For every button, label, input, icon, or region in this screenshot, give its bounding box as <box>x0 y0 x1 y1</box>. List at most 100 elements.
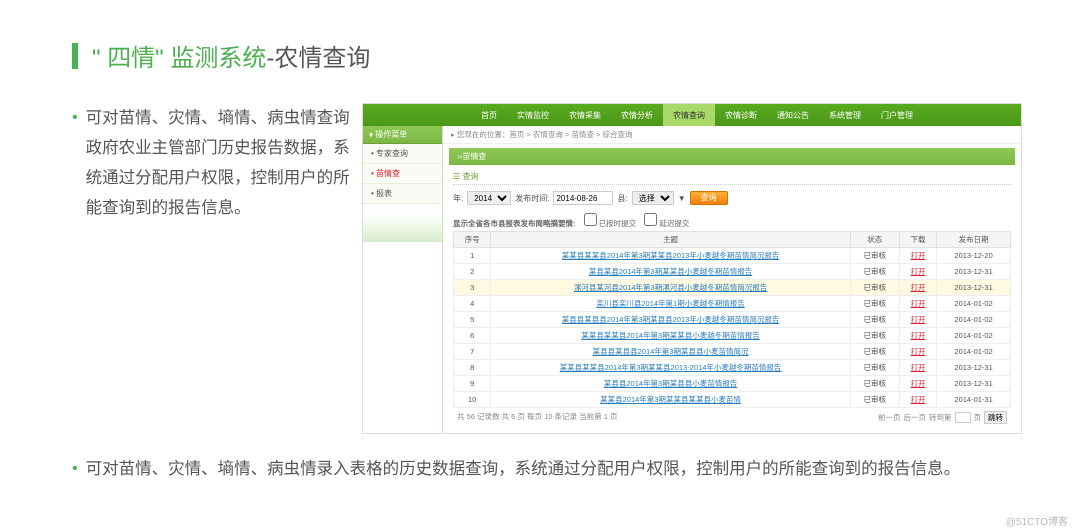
cell-no: 6 <box>454 328 491 344</box>
cell-status: 已审核 <box>850 392 899 408</box>
date-label: 发布时间: <box>515 193 549 204</box>
table-row: 1某某县某某县2014年第3期某某县2013年小麦越冬期苗情简况报告已审核打开2… <box>454 248 1011 264</box>
table-row: 2某县某县2014年第3期某某县小麦越冬期苗情报告已审核打开2013-12-31 <box>454 264 1011 280</box>
bullet-text-2: 可对苗情、灾情、墒情、病虫情录入表格的历史数据查询，系统通过分配用户权限，控制用… <box>86 454 961 484</box>
cell-date: 2013-12-31 <box>937 376 1011 392</box>
nav-item-5[interactable]: 农情诊断 <box>715 104 767 126</box>
nav-item-8[interactable]: 门户管理 <box>871 104 923 126</box>
pager: 共 56 记录数 共 6 页 每页 10 条记录 当前第 1 页 前一页 后一页… <box>453 408 1011 427</box>
table-header: 主题 <box>491 232 850 248</box>
nav-item-2[interactable]: 农情采集 <box>559 104 611 126</box>
cell-date: 2014-01-02 <box>937 296 1011 312</box>
cell-date: 2014-01-02 <box>937 328 1011 344</box>
title-sub: -农情查询 <box>266 38 370 73</box>
table-row: 9某县县2014年第3期某县县小麦苗情报告已审核打开2013-12-31 <box>454 376 1011 392</box>
cell-title-link[interactable]: 某县县某县县2014年第3期某县县小麦苗情简况 <box>491 344 850 360</box>
cell-no: 2 <box>454 264 491 280</box>
nav-item-0[interactable]: 首页 <box>471 104 507 126</box>
table-row: 6某某县某某县2014年第3期某某县小麦越冬期苗情报告已审核打开2014-01-… <box>454 328 1011 344</box>
cell-date: 2014-01-02 <box>937 312 1011 328</box>
cell-download-link[interactable]: 打开 <box>899 376 936 392</box>
cell-title-link[interactable]: 漯河县某河县2014年第3期漯河县小麦越冬期苗情简况报告 <box>491 280 850 296</box>
cell-no: 9 <box>454 376 491 392</box>
cell-download-link[interactable]: 打开 <box>899 312 936 328</box>
cell-title-link[interactable]: 某某县某某县2014年第3期某某县2013-2014年小麦越冬期苗情报告 <box>491 360 850 376</box>
checkbox-ontime[interactable]: 已按时提交 <box>584 219 637 228</box>
bottom-bullet-row: • 可对苗情、灾情、墒情、病虫情录入表格的历史数据查询，系统通过分配用户权限，控… <box>0 434 1078 484</box>
table-header: 状态 <box>850 232 899 248</box>
top-nav: 首页实情监控农情采集农情分析农情查询农情诊断通知公告系统管理门户管理 <box>363 104 1021 126</box>
cell-status: 已审核 <box>850 312 899 328</box>
hint-text: 显示全省各市县报表发布简略摘要情: <box>453 219 576 228</box>
pager-jump-label: 转到第 <box>929 412 952 423</box>
bullet-dot-icon: • <box>72 103 78 223</box>
cell-no: 4 <box>454 296 491 312</box>
pager-jump-button[interactable]: 跳转 <box>984 411 1007 424</box>
checkbox-delayed[interactable]: 延迟提交 <box>644 219 689 228</box>
cell-download-link[interactable]: 打开 <box>899 296 936 312</box>
table-row: 8某某县某某县2014年第3期某某县2013-2014年小麦越冬期苗情报告已审核… <box>454 360 1011 376</box>
pager-info: 共 56 记录数 共 6 页 每页 10 条记录 当前第 1 页 <box>457 411 617 424</box>
report-table: 序号主题状态下载发布日期 1某某县某某县2014年第3期某某县2013年小麦越冬… <box>453 231 1011 408</box>
query-section-label: ☰ 查询 <box>453 171 1011 185</box>
cell-status: 已审核 <box>850 344 899 360</box>
sidebar-item-0[interactable]: • 专家查询 <box>363 144 442 164</box>
cell-no: 7 <box>454 344 491 360</box>
cell-title-link[interactable]: 某某县某某县2014年第3期某某县2013年小麦越冬期苗情简况报告 <box>491 248 850 264</box>
app-screenshot: 首页实情监控农情采集农情分析农情查询农情诊断通知公告系统管理门户管理 ♦ 操作菜… <box>362 103 1022 434</box>
panel-header: ››苗情查 <box>449 148 1015 165</box>
cell-status: 已审核 <box>850 376 899 392</box>
year-label: 年: <box>453 193 463 204</box>
cell-date: 2014-01-02 <box>937 344 1011 360</box>
nav-item-1[interactable]: 实情监控 <box>507 104 559 126</box>
main-panel: ▸ 您现在的位置：首页 > 农情查询 > 苗情查 > 综合查询 ››苗情查 ☰ … <box>443 126 1021 433</box>
title-accent-bar <box>72 43 78 69</box>
cell-status: 已审核 <box>850 296 899 312</box>
cell-status: 已审核 <box>850 264 899 280</box>
pager-prev[interactable]: 前一页 <box>878 412 901 423</box>
cell-download-link[interactable]: 打开 <box>899 360 936 376</box>
table-header: 序号 <box>454 232 491 248</box>
cell-download-link[interactable]: 打开 <box>899 248 936 264</box>
nav-item-6[interactable]: 通知公告 <box>767 104 819 126</box>
cell-download-link[interactable]: 打开 <box>899 280 936 296</box>
cell-date: 2013-12-31 <box>937 280 1011 296</box>
county-label: 县: <box>617 193 627 204</box>
cell-download-link[interactable]: 打开 <box>899 392 936 408</box>
cell-title-link[interactable]: 某县县2014年第3期某县县小麦苗情报告 <box>491 376 850 392</box>
nav-item-7[interactable]: 系统管理 <box>819 104 871 126</box>
search-button[interactable]: 查询 <box>690 191 728 205</box>
hint-row: 显示全省各市县报表发布简略摘要情: 已按时提交 延迟提交 <box>453 213 1011 229</box>
cell-no: 8 <box>454 360 491 376</box>
nav-item-3[interactable]: 农情分析 <box>611 104 663 126</box>
cell-title-link[interactable]: 某县县某县县2014年第3期某县县2013年小麦越冬期苗情简况报告 <box>491 312 850 328</box>
cell-date: 2013-12-31 <box>937 264 1011 280</box>
table-header: 下载 <box>899 232 936 248</box>
cell-date: 2014-01-31 <box>937 392 1011 408</box>
cell-download-link[interactable]: 打开 <box>899 328 936 344</box>
date-input[interactable] <box>553 191 613 205</box>
cell-download-link[interactable]: 打开 <box>899 264 936 280</box>
table-row: 7某县县某县县2014年第3期某县县小麦苗情简况已审核打开2014-01-02 <box>454 344 1011 360</box>
county-select[interactable]: 选择 <box>632 191 674 205</box>
cell-download-link[interactable]: 打开 <box>899 344 936 360</box>
bullet-text-1: 可对苗情、灾情、墒情、病虫情查询政府农业主管部门历史报告数据，系统通过分配用户权… <box>86 103 352 223</box>
sidebar-item-1[interactable]: • 苗情查 <box>363 164 442 184</box>
bullet-dot-icon: • <box>72 454 78 484</box>
pager-next[interactable]: 后一页 <box>904 412 927 423</box>
cell-title-link[interactable]: 某某县某某县2014年第3期某某县小麦越冬期苗情报告 <box>491 328 850 344</box>
cell-date: 2013-12-31 <box>937 360 1011 376</box>
cell-title-link[interactable]: 某某县2014年第3期某某县某某县小麦苗情 <box>491 392 850 408</box>
chevron-down-icon: ▼ <box>678 194 686 203</box>
table-row: 5某县县某县县2014年第3期某县县2013年小麦越冬期苗情简况报告已审核打开2… <box>454 312 1011 328</box>
year-select[interactable]: 2014 <box>467 191 511 205</box>
cell-title-link[interactable]: 某县某县2014年第3期某某县小麦越冬期苗情报告 <box>491 264 850 280</box>
watermark: @51CTO博客 <box>1006 513 1068 528</box>
bullet-item: • 可对苗情、灾情、墒情、病虫情查询政府农业主管部门历史报告数据，系统通过分配用… <box>72 103 352 223</box>
pager-page-input[interactable] <box>955 412 971 423</box>
sidebar-item-2[interactable]: • 报表 <box>363 184 442 204</box>
cell-status: 已审核 <box>850 360 899 376</box>
cell-title-link[interactable]: 栾川县栾川县2014年第1期小麦越冬期情报告 <box>491 296 850 312</box>
cell-status: 已审核 <box>850 328 899 344</box>
nav-item-4[interactable]: 农情查询 <box>663 104 715 126</box>
